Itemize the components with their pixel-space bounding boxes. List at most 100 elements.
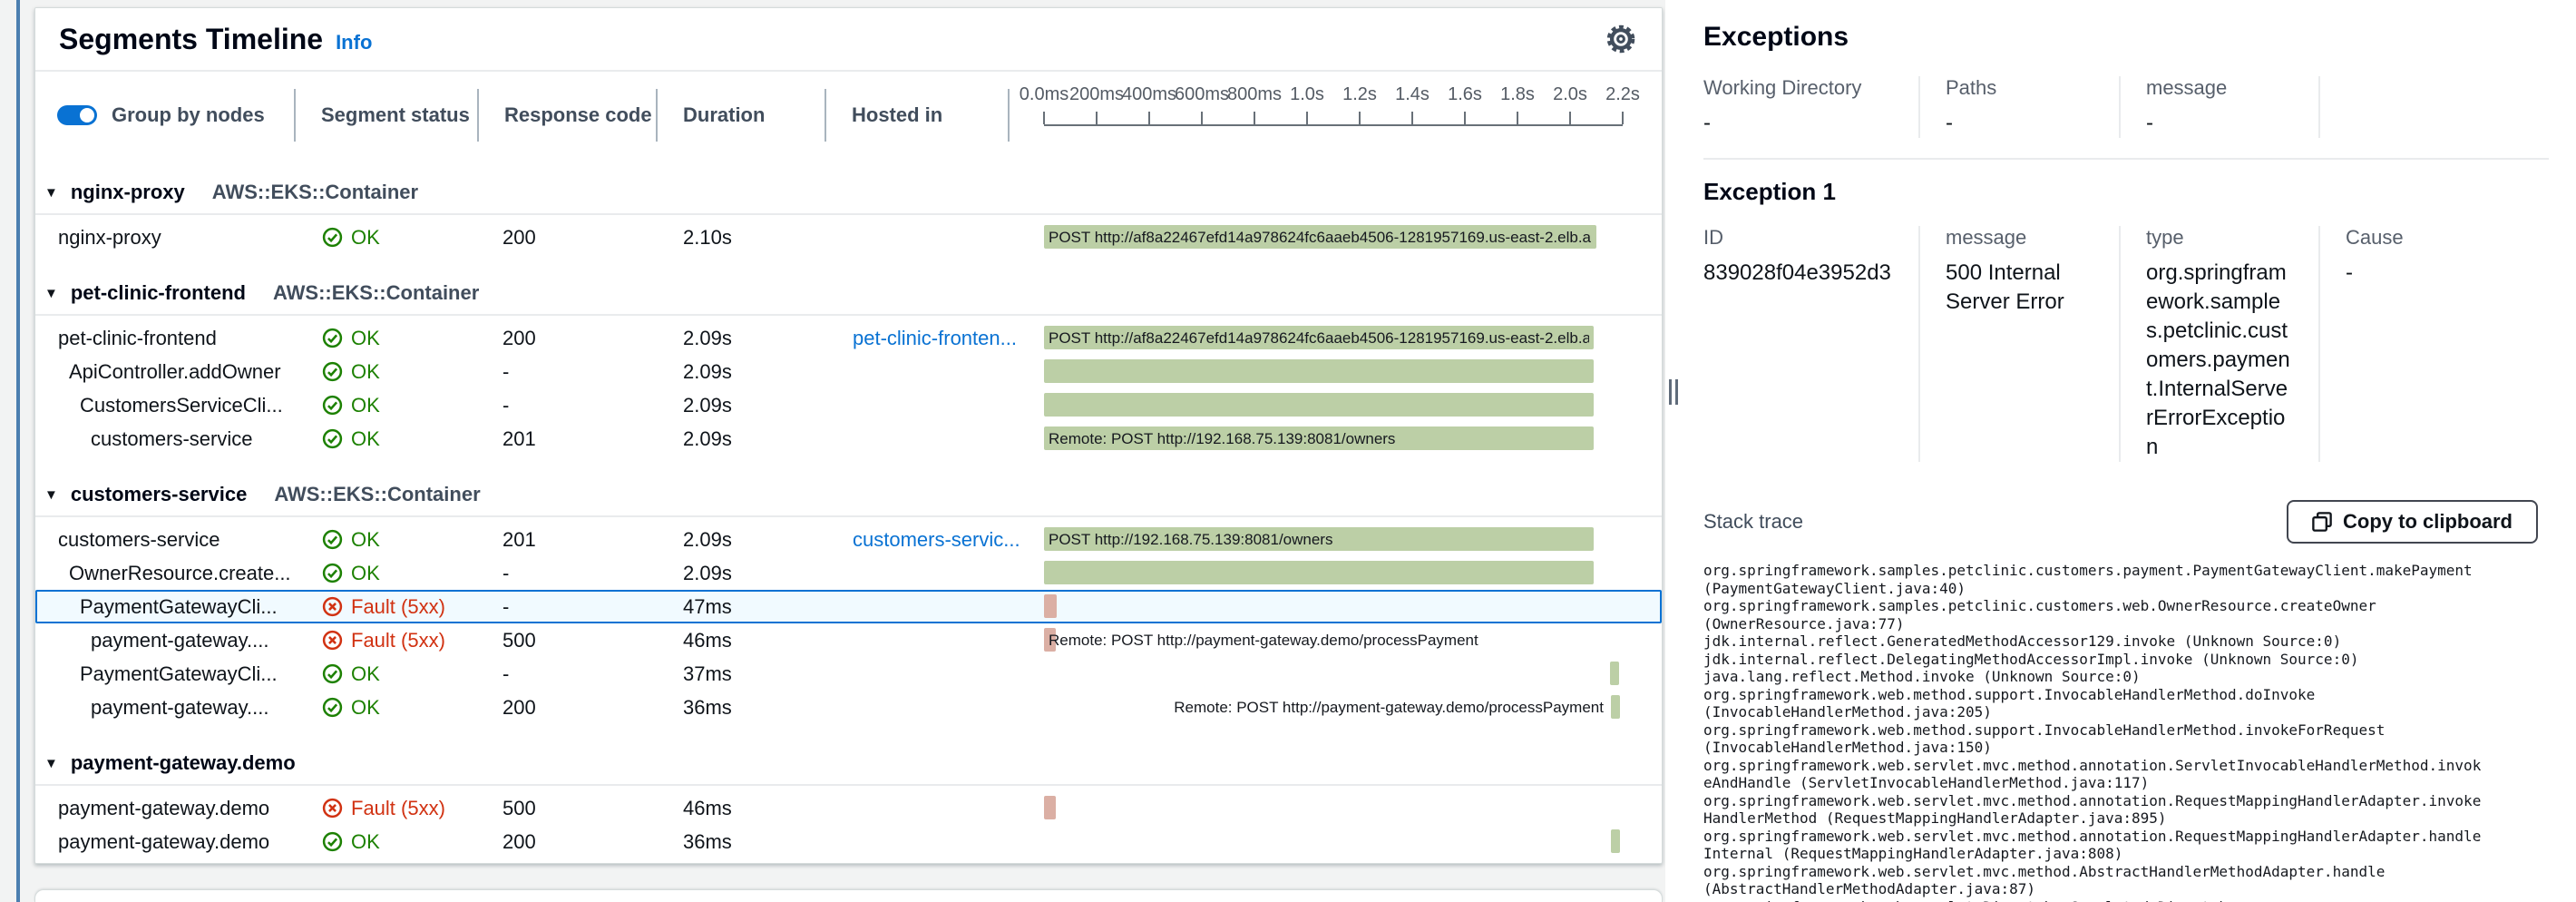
segment-row[interactable]: nginx-proxyOK2002.10sPOST http://af8a224… <box>35 221 1662 254</box>
timeline-bar[interactable] <box>1611 829 1620 853</box>
segment-status: Fault (5xx) <box>294 797 477 820</box>
segment-row[interactable]: payment-gateway....Fault (5xx)50046ms Rem… <box>35 623 1662 657</box>
segment-status: OK <box>294 696 477 720</box>
ok-check-icon <box>322 395 343 416</box>
segment-status: OK <box>294 327 477 350</box>
hosted-in-link[interactable]: customers-servic... <box>853 528 1020 551</box>
drawer-resize-handle[interactable] <box>1669 379 1678 405</box>
group-name: customers-service <box>71 483 247 506</box>
segment-name: payment-gateway.demo <box>35 830 294 854</box>
timeline-bar[interactable] <box>1044 359 1594 383</box>
timeline-cell: POST http://af8a22467efd14a978624fc6aaeb… <box>1008 321 1662 355</box>
group-by-nodes-toggle[interactable] <box>57 105 97 125</box>
response-code: - <box>477 394 656 417</box>
group-name: payment-gateway.demo <box>71 751 296 775</box>
exceptions-drawer: Exceptions Working Directory - Paths - m… <box>1665 0 2576 902</box>
paths-value: - <box>1946 109 2092 138</box>
segment-row[interactable]: PaymentGatewayCli...Fault (5xx)-47ms <box>35 590 1662 623</box>
ok-check-icon <box>322 697 343 718</box>
axis-tick-label: 200ms <box>1069 84 1124 105</box>
message-label: message <box>2146 76 2291 100</box>
timeline-bar[interactable] <box>1044 796 1056 819</box>
exception-cause-value: - <box>2346 259 2522 288</box>
group-header: ▼ customers-service AWS::EKS::Container <box>35 468 1662 517</box>
hosted-in-link[interactable]: pet-clinic-fronten... <box>853 327 1017 349</box>
timeline-bar-label: POST http://192.168.75.139:8081/owners <box>1049 523 1332 556</box>
segment-status: Fault (5xx) <box>294 629 477 652</box>
segment-status: OK <box>294 830 477 854</box>
group-by-nodes-label: Group by nodes <box>112 103 265 127</box>
segment-row[interactable]: OwnerResource.create...OK-2.09s <box>35 556 1662 590</box>
ok-check-icon <box>322 361 343 382</box>
copy-to-clipboard-button[interactable]: Copy to clipboard <box>2287 500 2538 544</box>
segment-row[interactable]: CustomersServiceCli...OK-2.09s <box>35 388 1662 422</box>
duration: 2.09s <box>656 427 825 451</box>
group-type: AWS::EKS::Container <box>274 483 480 506</box>
duration: 2.10s <box>656 226 825 250</box>
column-header-duration: Duration <box>656 72 825 159</box>
exception-id-label: ID <box>1703 226 1891 250</box>
duration: 36ms <box>656 696 825 720</box>
timeline-bar[interactable] <box>1611 695 1620 719</box>
duration: 2.09s <box>656 528 825 552</box>
segment-row[interactable]: customers-serviceOK2012.09sRemote: POST … <box>35 422 1662 456</box>
response-code: 500 <box>477 629 656 652</box>
timeline-cell: Remote: POST http://payment-gateway.demo… <box>1008 691 1662 724</box>
segment-row[interactable]: payment-gateway....OK20036msRemote: POST… <box>35 691 1662 724</box>
segment-row[interactable]: customers-serviceOK2012.09scustomers-ser… <box>35 523 1662 556</box>
hosted-in: pet-clinic-fronten... <box>825 327 1008 350</box>
segment-row[interactable]: pet-clinic-frontendOK2002.09spet-clinic-… <box>35 321 1662 355</box>
collapse-caret-icon[interactable]: ▼ <box>44 756 58 771</box>
segment-row[interactable]: payment-gateway.demoOK20036ms <box>35 825 1662 858</box>
timeline-bar[interactable] <box>1044 561 1594 584</box>
segment-row[interactable]: PaymentGatewayCli...OK-37ms <box>35 657 1662 691</box>
group-header: ▼ payment-gateway.demo <box>35 737 1662 786</box>
segment-name: payment-gateway.... <box>35 696 294 720</box>
timeline-bar[interactable] <box>1044 594 1057 618</box>
column-header-response-code: Response code <box>477 72 656 159</box>
collapse-caret-icon[interactable]: ▼ <box>44 286 58 301</box>
timeline-cell: POST http://af8a22467efd14a978624fc6aaeb… <box>1008 221 1662 254</box>
response-code: 500 <box>477 797 656 820</box>
group-header: ▼nginx-proxyAWS::EKS::Container <box>35 166 1662 215</box>
response-code: - <box>477 360 656 384</box>
ok-check-icon <box>322 529 343 550</box>
segment-name: PaymentGatewayCli... <box>35 595 294 619</box>
timeline-cell <box>1008 657 1662 691</box>
collapse-caret-icon[interactable]: ▼ <box>44 487 58 503</box>
timeline-bar[interactable] <box>1044 393 1594 417</box>
duration: 2.09s <box>656 394 825 417</box>
exception-1-title: Exception 1 <box>1703 178 2549 206</box>
timeline-cell <box>1008 791 1662 825</box>
timeline-bar-label: Remote: POST http://payment-gateway.demo… <box>1049 623 1478 657</box>
timeline-cell <box>1008 590 1662 623</box>
group-header: ▼pet-clinic-frontendAWS::EKS::Container <box>35 267 1662 316</box>
duration: 46ms <box>656 629 825 652</box>
group-type: AWS::EKS::Container <box>212 181 418 204</box>
segment-status: OK <box>294 528 477 552</box>
response-code: 200 <box>477 327 656 350</box>
info-link[interactable]: Info <box>336 31 372 54</box>
timeline-bar[interactable] <box>1610 662 1620 685</box>
hosted-in: customers-servic... <box>825 528 1008 552</box>
segment-name: payment-gateway.... <box>35 629 294 652</box>
group-type: AWS::EKS::Container <box>273 281 479 305</box>
next-panel-stub <box>34 889 1663 902</box>
collapse-caret-icon[interactable]: ▼ <box>44 185 58 201</box>
axis-tick-label: 2.2s <box>1595 84 1650 105</box>
timeline-cell: Remote: POST http://192.168.75.139:8081/… <box>1008 422 1662 456</box>
segment-name: pet-clinic-frontend <box>35 327 294 350</box>
axis-tick-label: 400ms <box>1122 84 1176 105</box>
segment-row[interactable]: payment-gateway.demoFault (5xx)50046ms <box>35 791 1662 825</box>
segment-row[interactable]: ApiController.addOwnerOK-2.09s <box>35 355 1662 388</box>
panel-header: Segments Timeline Info <box>35 8 1662 72</box>
timeline-bar-label: Remote: POST http://192.168.75.139:8081/… <box>1049 422 1395 456</box>
response-code: 201 <box>477 427 656 451</box>
duration: 2.09s <box>656 360 825 384</box>
response-code: - <box>477 662 656 686</box>
gear-icon[interactable] <box>1605 24 1636 54</box>
segment-status: OK <box>294 562 477 585</box>
fault-x-icon <box>322 798 343 819</box>
segment-name: OwnerResource.create... <box>35 562 294 585</box>
segment-name: payment-gateway.demo <box>35 797 294 820</box>
